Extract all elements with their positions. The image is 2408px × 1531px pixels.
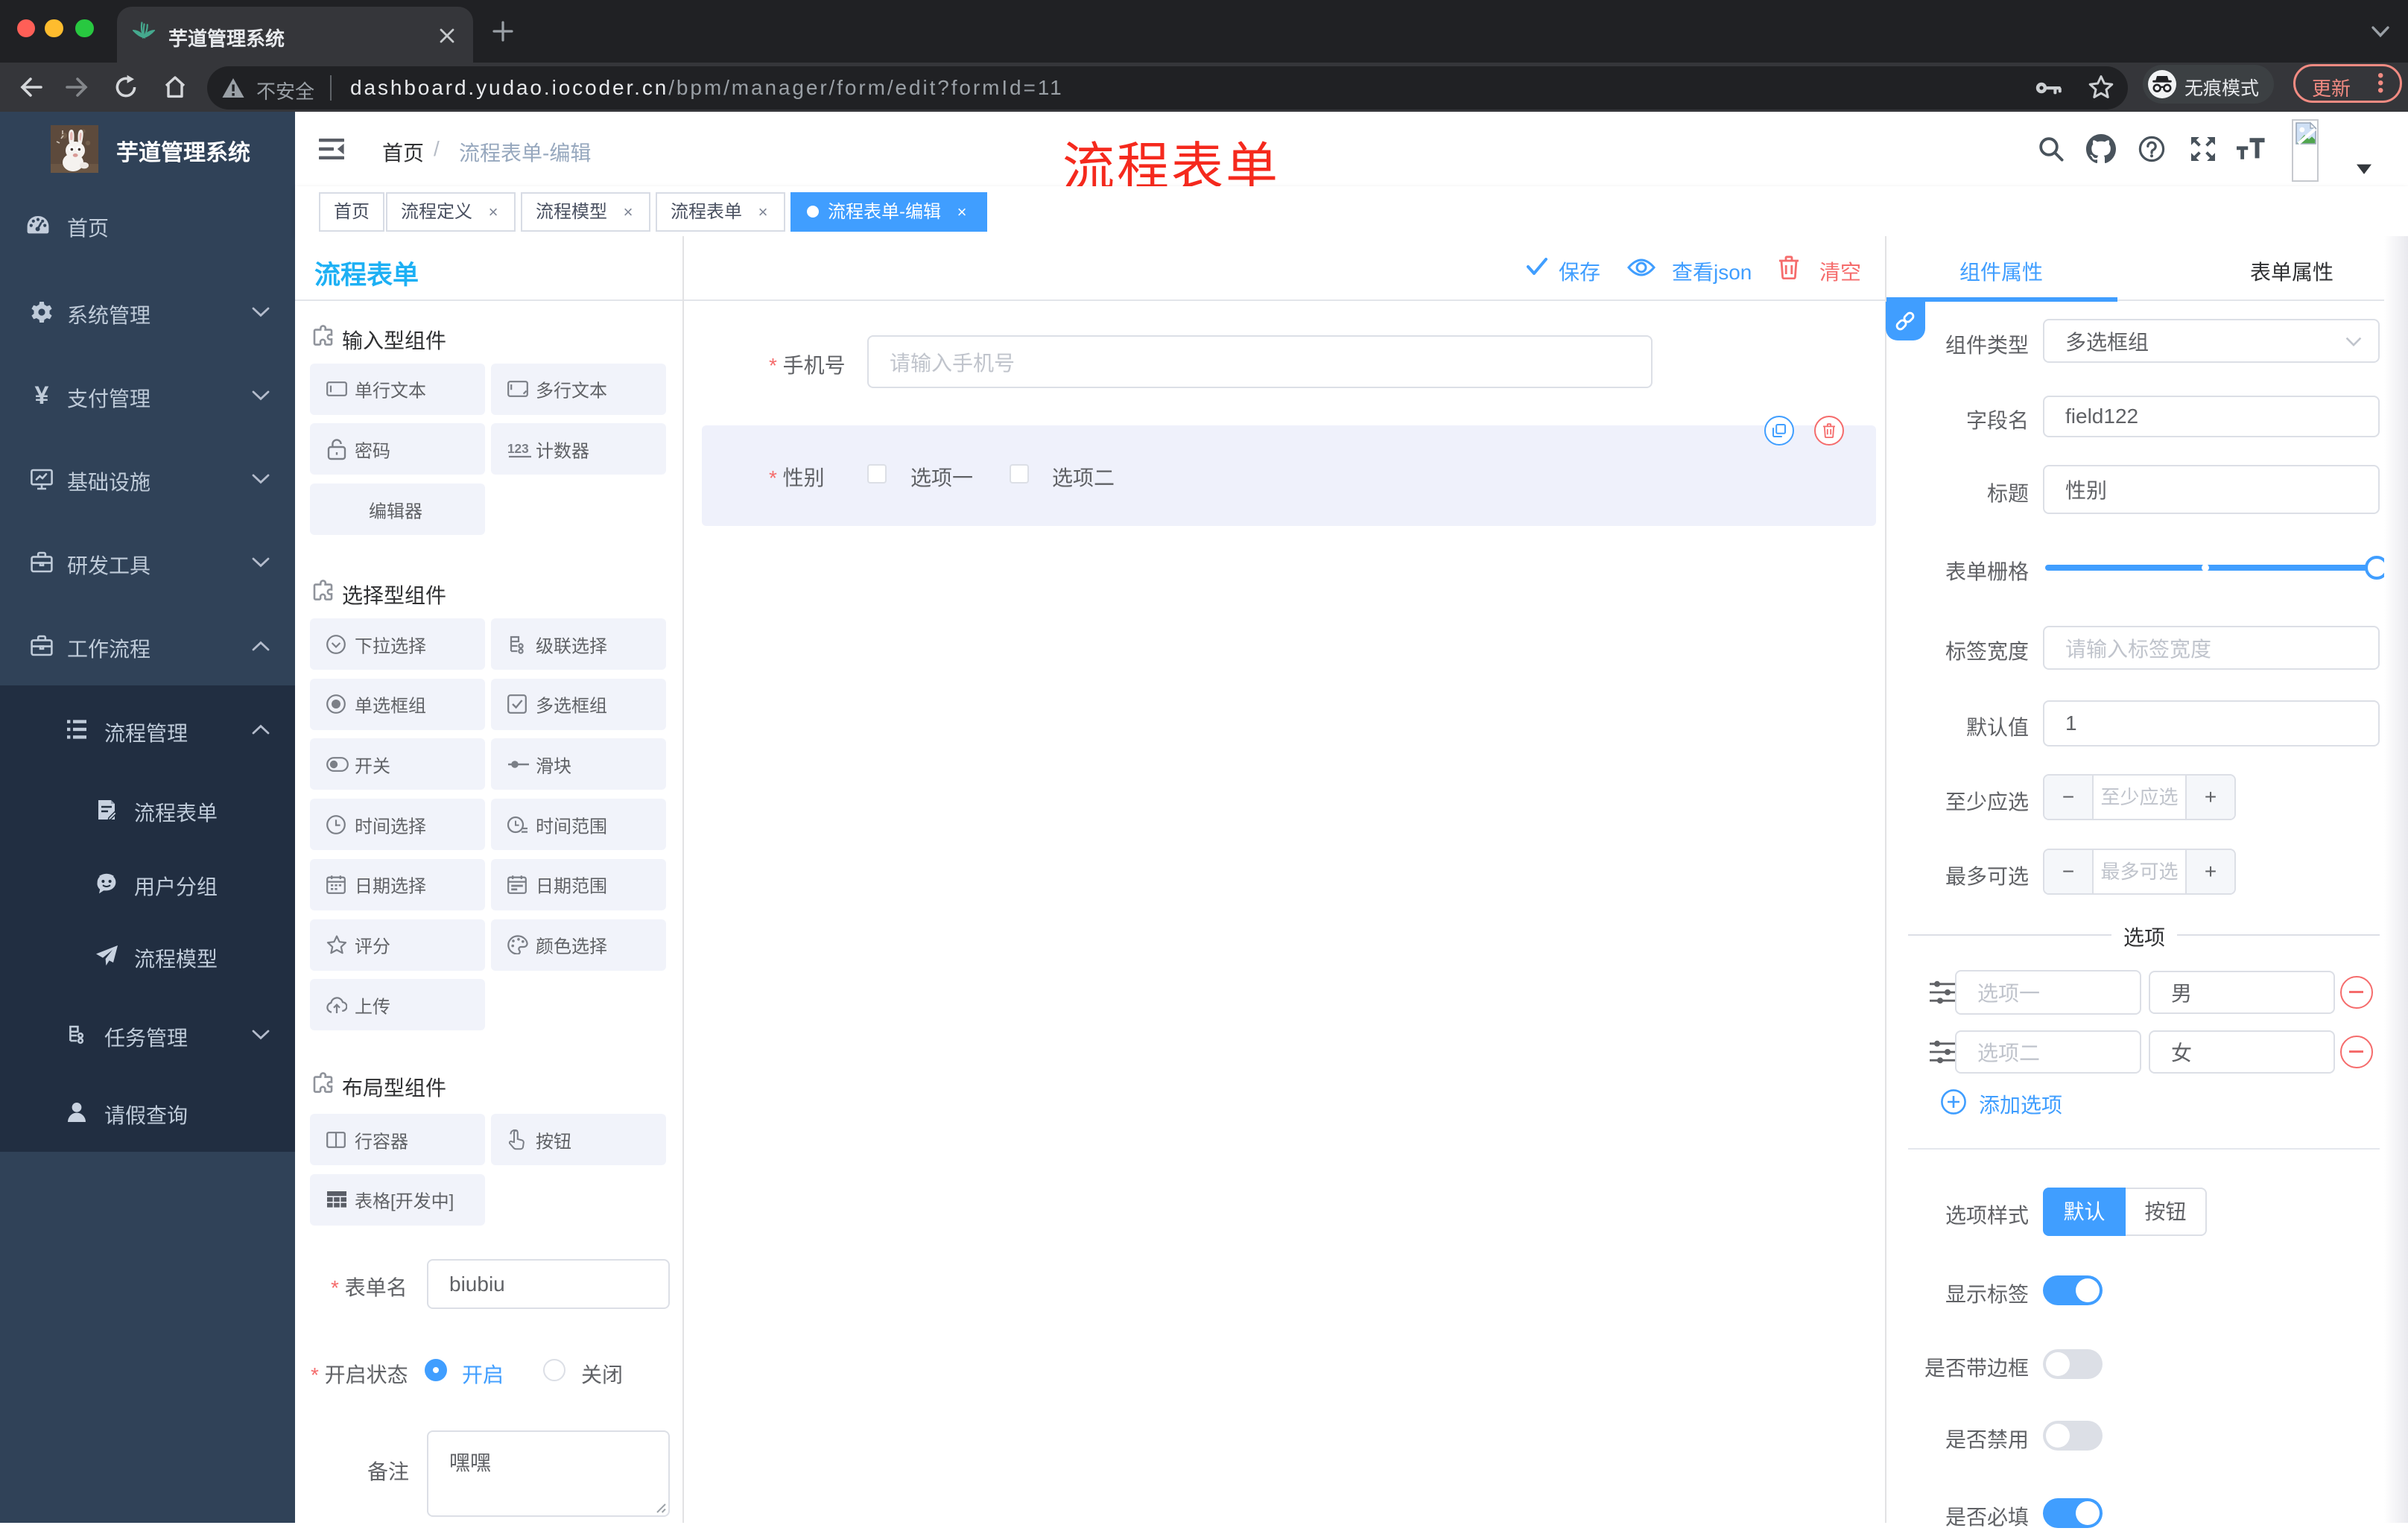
svg-text:123: 123 [507, 441, 529, 456]
